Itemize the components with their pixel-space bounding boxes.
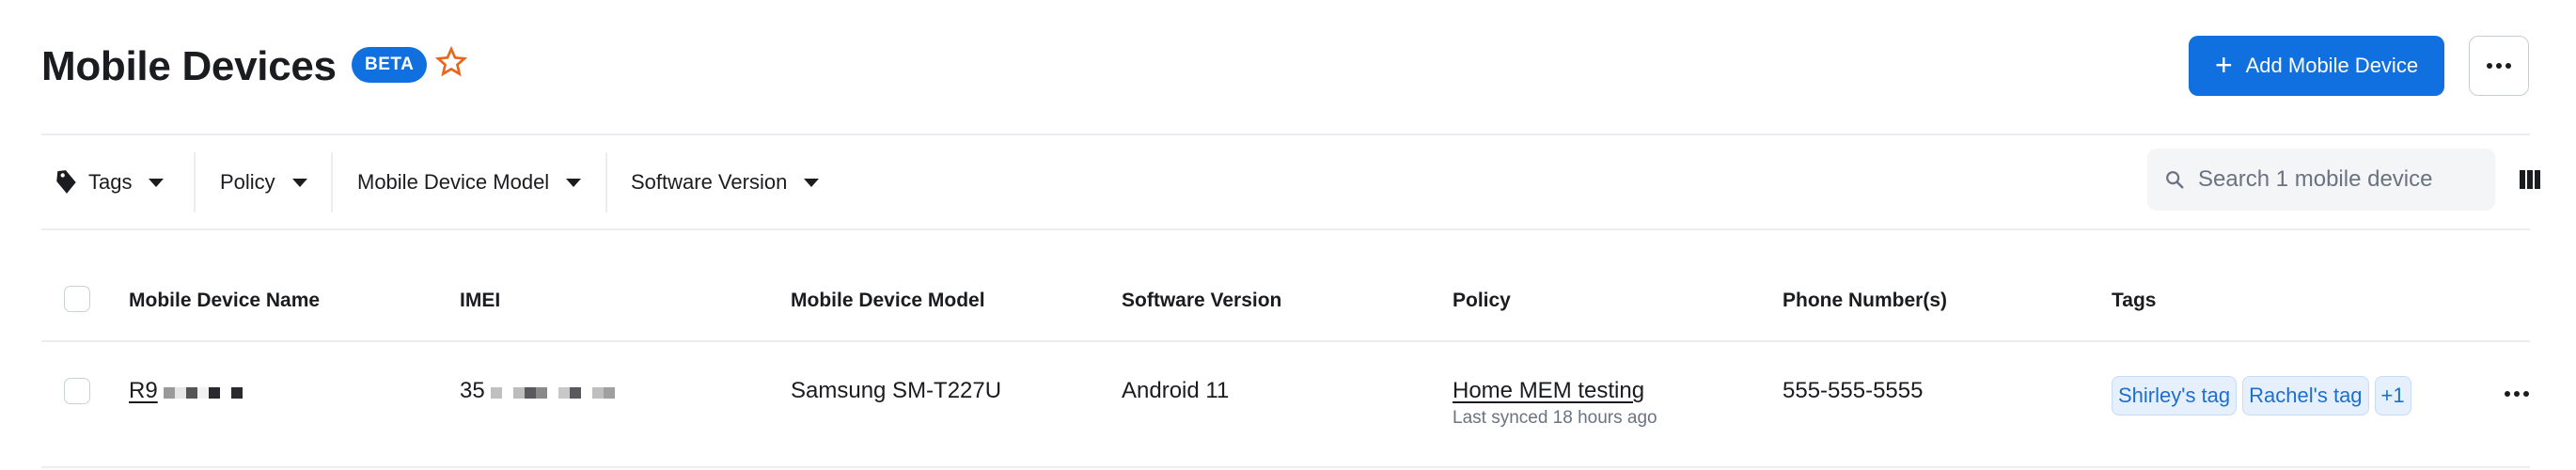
device-name-link[interactable]: R9 — [129, 378, 158, 403]
filter-software-label: Software Version — [631, 170, 788, 194]
tag-chip[interactable]: Shirley's tag — [2112, 376, 2238, 415]
add-mobile-device-label: Add Mobile Device — [2245, 54, 2419, 77]
column-header-imei[interactable]: IMEI — [460, 290, 500, 312]
row-checkbox[interactable] — [64, 378, 90, 404]
policy-last-synced: Last synced 18 hours ago — [1453, 408, 1657, 428]
column-header-name[interactable]: Mobile Device Name — [129, 290, 320, 312]
select-all-checkbox[interactable] — [64, 286, 90, 312]
table-header: Mobile Device Name IMEI Mobile Device Mo… — [41, 273, 2530, 340]
policy-cell: Home MEM testing Last synced 18 hours ag… — [1453, 378, 1657, 429]
filter-separator — [331, 152, 333, 212]
more-horizontal-icon — [2505, 391, 2529, 397]
caret-down-icon — [291, 178, 307, 187]
page-more-button[interactable] — [2469, 36, 2529, 96]
column-header-tags[interactable]: Tags — [2112, 290, 2156, 312]
filter-toolbar: Tags Policy Mobile Device Model Software… — [41, 135, 2540, 228]
filter-policy[interactable]: Policy — [220, 152, 307, 212]
filter-separator — [605, 152, 607, 212]
filter-tags[interactable]: Tags — [55, 152, 165, 212]
device-name-cell: R9 — [129, 378, 243, 405]
tag-icon — [56, 170, 76, 194]
redacted-text — [491, 379, 616, 405]
column-header-software-version[interactable]: Software Version — [1122, 290, 1281, 312]
column-header-phone[interactable]: Phone Number(s) — [1783, 290, 1947, 312]
tag-chip[interactable]: Rachel's tag — [2242, 376, 2369, 415]
page-header: Mobile Devices BETA + Add Mobile Device — [41, 36, 2529, 98]
policy-link[interactable]: Home MEM testing — [1453, 378, 1657, 404]
filter-separator — [194, 152, 196, 212]
page-title: Mobile Devices — [41, 43, 337, 89]
row-actions-button[interactable] — [2505, 391, 2529, 397]
row-divider — [41, 466, 2530, 468]
tags-more-chip[interactable]: +1 — [2374, 376, 2411, 415]
add-mobile-device-button[interactable]: + Add Mobile Device — [2189, 36, 2444, 96]
caret-down-icon — [149, 178, 165, 187]
search-icon — [2166, 171, 2184, 189]
imei-cell: 35 — [460, 378, 616, 405]
filter-policy-label: Policy — [220, 170, 275, 194]
more-horizontal-icon — [2487, 63, 2511, 69]
search-box[interactable] — [2147, 149, 2495, 211]
tags-cell: Shirley's tag Rachel's tag +1 — [2112, 376, 2411, 415]
search-input[interactable] — [2198, 166, 2480, 193]
column-header-policy[interactable]: Policy — [1453, 290, 1511, 312]
column-header-model[interactable]: Mobile Device Model — [791, 290, 985, 312]
caret-down-icon — [566, 178, 582, 187]
filter-model-label: Mobile Device Model — [357, 170, 550, 194]
filter-mobile-device-model[interactable]: Mobile Device Model — [357, 152, 582, 212]
software-version-cell: Android 11 — [1122, 378, 1230, 403]
redacted-text — [164, 379, 243, 405]
imei-value: 35 — [460, 378, 485, 403]
caret-down-icon — [804, 178, 820, 187]
table-row[interactable]: R9 35 Samsung SM-T227U Android 11 Home M… — [41, 342, 2530, 467]
phone-cell: 555-555-5555 — [1783, 378, 1924, 403]
plus-icon: + — [2214, 47, 2233, 82]
star-outline-icon[interactable] — [434, 45, 468, 79]
filter-tags-label: Tags — [88, 170, 133, 194]
columns-icon[interactable] — [2520, 170, 2540, 189]
beta-badge: BETA — [352, 47, 428, 83]
model-cell: Samsung SM-T227U — [791, 378, 1002, 403]
toolbar-divider — [41, 228, 2530, 230]
filter-software-version[interactable]: Software Version — [631, 152, 820, 212]
